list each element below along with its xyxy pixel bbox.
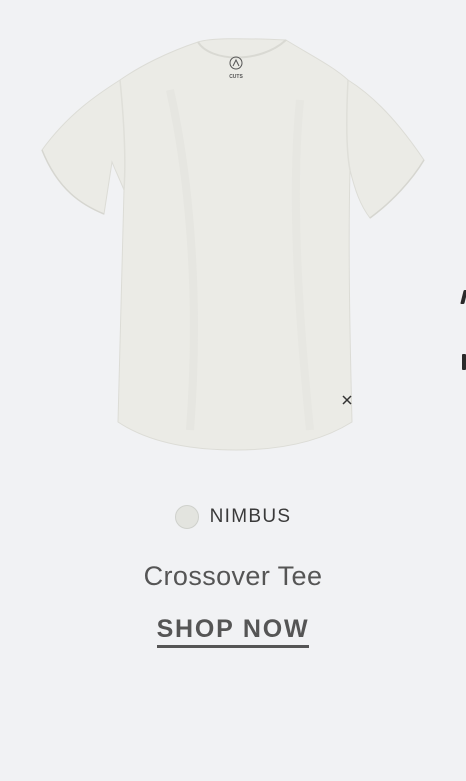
shop-now-link[interactable]: SHOP NOW xyxy=(156,614,310,648)
color-swatch-row: NIMBUS xyxy=(0,505,466,529)
svg-text:CUTS: CUTS xyxy=(229,74,243,80)
adjacent-card-edge xyxy=(462,354,466,370)
color-swatch[interactable] xyxy=(174,505,199,529)
shop-now-container: SHOP NOW xyxy=(0,614,466,648)
shirt-body xyxy=(41,38,425,451)
color-name: NIMBUS xyxy=(209,506,292,527)
product-card: CUTS NIMBUS Crossover Tee SHOP NOW xyxy=(0,0,466,781)
product-name[interactable]: Crossover Tee xyxy=(0,558,466,594)
t-shirt-image[interactable]: CUTS xyxy=(0,0,466,480)
